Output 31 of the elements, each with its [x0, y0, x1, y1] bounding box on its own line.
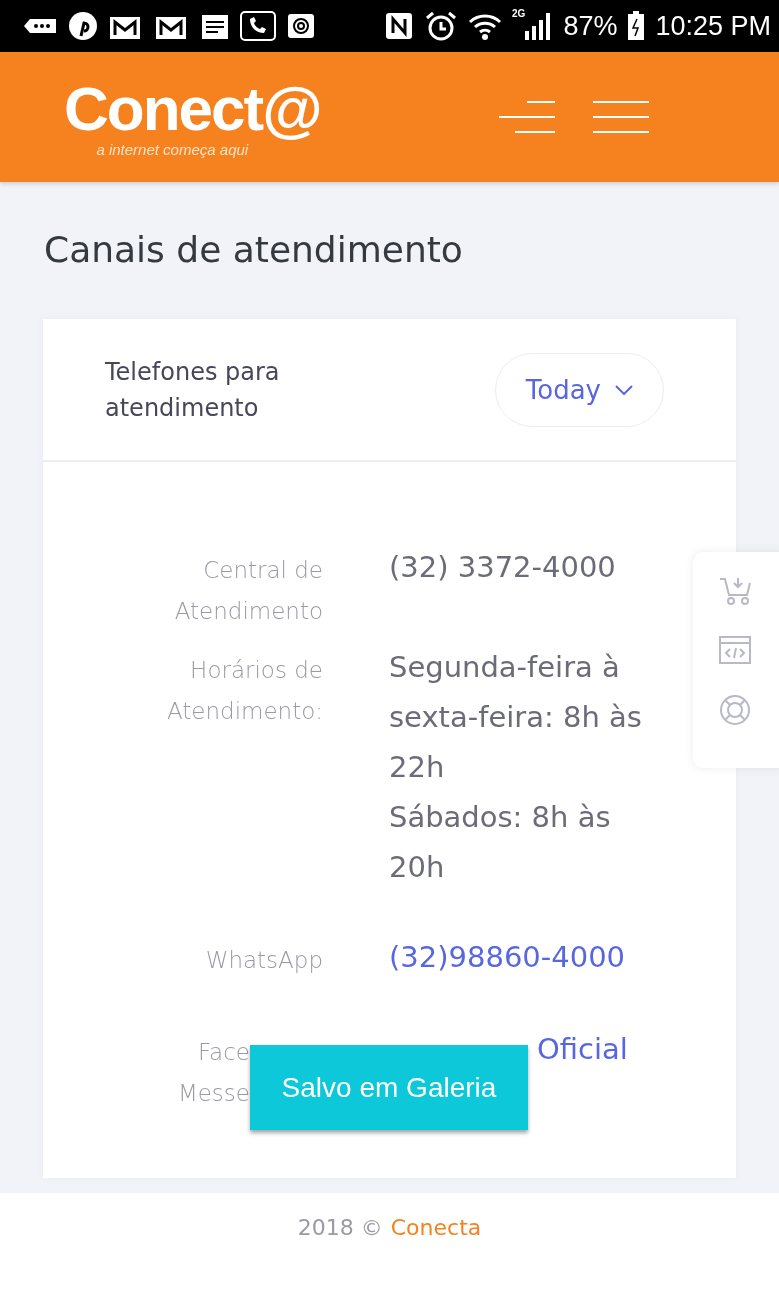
field-value: Segunda-feira à sexta-feira: 8h às 22h	[389, 649, 643, 786]
field-label: Face	[198, 1038, 250, 1067]
cart-icon[interactable]	[719, 576, 753, 606]
field-label: Central de Atendimento	[173, 556, 323, 626]
caret-icon	[615, 384, 633, 395]
code-window-icon[interactable]	[719, 636, 751, 664]
alarm-icon	[424, 11, 459, 41]
lifebuoy-icon[interactable]	[719, 694, 751, 726]
contact-link[interactable]: Oficial	[537, 1024, 628, 1074]
menu-icon[interactable]	[499, 100, 555, 134]
field-label: WhatsApp	[205, 946, 323, 975]
today-dropdown[interactable]: Today	[494, 352, 664, 427]
battery-icon	[627, 11, 646, 41]
card-title: Telefones para atendimento	[105, 356, 281, 424]
network-type: 2G	[512, 8, 526, 19]
copyright-text: 2018 ©	[297, 1215, 383, 1242]
phone-icon	[240, 11, 276, 41]
contact-link[interactable]: (32)98860-4000	[389, 932, 626, 982]
field-label: Messe	[177, 1079, 250, 1108]
logo-tagline: a internet começa aqui	[96, 140, 249, 158]
clock: 10:25 PM	[655, 10, 771, 42]
footer-link[interactable]: Conecta	[390, 1215, 482, 1295]
field-value: (32) 3372-4000	[389, 549, 616, 586]
logo[interactable]: Conect@	[64, 76, 321, 141]
battery-percentage: 87%	[563, 10, 618, 42]
toast-message: Salvo em Galeria	[250, 1045, 528, 1130]
field-label: Horários de Atendimento:	[165, 656, 323, 726]
nfc-icon	[384, 11, 415, 41]
menu-icon[interactable]	[593, 100, 649, 134]
field-value: Sábados: 8h às 20h	[389, 799, 612, 886]
page-title: Canais de atendimento	[43, 228, 464, 267]
